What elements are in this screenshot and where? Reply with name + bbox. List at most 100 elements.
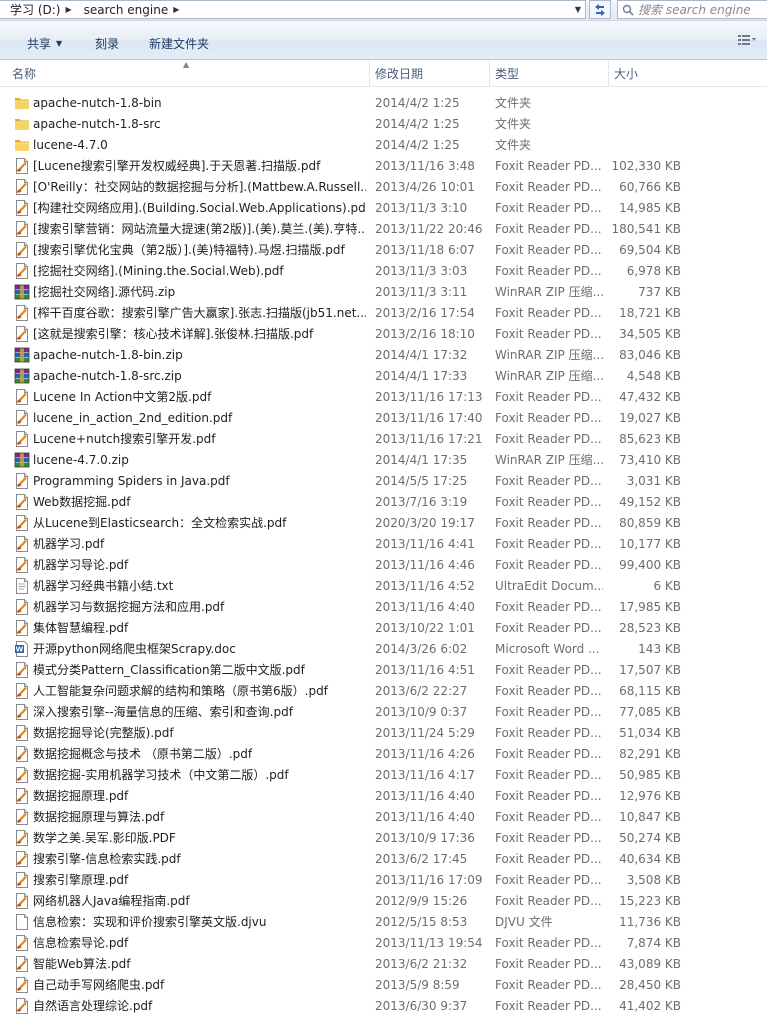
file-row[interactable]: 数据挖掘原理.pdf 2013/11/16 4:40 Foxit Reader … <box>0 786 767 807</box>
file-date: 2013/6/2 21:32 <box>375 957 468 971</box>
file-name: 信息检索：实现和评价搜索引擎英文版.djvu <box>33 915 267 929</box>
file-row[interactable]: 从Lucene到Elasticsearch：全文检索实战.pdf 2020/3/… <box>0 513 767 534</box>
file-row[interactable]: Web数据挖掘.pdf 2013/7/16 3:19 Foxit Reader … <box>0 492 767 513</box>
change-view-button[interactable] <box>738 35 756 45</box>
pdf-icon <box>14 200 30 216</box>
file-type: Foxit Reader PD... <box>495 495 602 509</box>
file-row[interactable]: 数据挖掘原理与算法.pdf 2013/11/16 4:40 Foxit Read… <box>0 807 767 828</box>
file-name: lucene-4.7.0.zip <box>33 453 129 467</box>
file-row[interactable]: 人工智能复杂问题求解的结构和策略（原书第6版）.pdf 2013/6/2 22:… <box>0 681 767 702</box>
file-row[interactable]: Programming Spiders in Java.pdf 2014/5/5… <box>0 471 767 492</box>
pdf-icon <box>14 515 30 531</box>
file-row[interactable]: lucene-4.7.0 2014/4/2 1:25 文件夹 <box>0 135 767 156</box>
file-row[interactable]: 深入搜索引擎--海量信息的压缩、索引和查询.pdf 2013/10/9 0:37… <box>0 702 767 723</box>
file-size: 43,089 KB <box>619 957 681 971</box>
file-type: Foxit Reader PD... <box>495 327 602 341</box>
file-row[interactable]: 网络机器人Java编程指南.pdf 2012/9/9 15:26 Foxit R… <box>0 891 767 912</box>
pdf-icon <box>14 956 30 972</box>
column-date[interactable]: 修改日期 <box>369 60 489 86</box>
file-date: 2013/11/16 4:26 <box>375 747 475 761</box>
file-row[interactable]: 自然语言处理综论.pdf 2013/6/30 9:37 Foxit Reader… <box>0 996 767 1017</box>
file-row[interactable]: 集体智慧编程.pdf 2013/10/22 1:01 Foxit Reader … <box>0 618 767 639</box>
chevron-right-icon[interactable]: ▶ <box>171 5 181 14</box>
search-box[interactable] <box>617 0 767 19</box>
file-row[interactable]: 信息检索：实现和评价搜索引擎英文版.djvu 2012/5/15 8:53 DJ… <box>0 912 767 933</box>
file-size: 40,634 KB <box>619 852 681 866</box>
file-type: Foxit Reader PD... <box>495 789 602 803</box>
file-date: 2014/4/2 1:25 <box>375 96 460 110</box>
file-type: Foxit Reader PD... <box>495 474 602 488</box>
file-date: 2014/4/1 17:33 <box>375 369 468 383</box>
file-row[interactable]: 数据挖掘-实用机器学习技术（中文第二版）.pdf 2013/11/16 4:17… <box>0 765 767 786</box>
file-size: 28,450 KB <box>619 978 681 992</box>
pdf-icon <box>14 536 30 552</box>
file-row[interactable]: lucene_in_action_2nd_edition.pdf 2013/11… <box>0 408 767 429</box>
file-row[interactable]: [搜索引擎营销：网站流量大提速(第2版)].(美).莫兰.(美).亨特... 2… <box>0 219 767 240</box>
file-row[interactable]: 自己动手写网络爬虫.pdf 2013/5/9 8:59 Foxit Reader… <box>0 975 767 996</box>
file-row[interactable]: lucene-4.7.0.zip 2014/4/1 17:35 WinRAR Z… <box>0 450 767 471</box>
folder-icon <box>14 137 30 153</box>
txt-icon <box>14 578 30 594</box>
file-row[interactable]: [O'Reilly：社交网站的数据挖掘与分析].(Mattbew.A.Russe… <box>0 177 767 198</box>
breadcrumb[interactable]: 学习 (D:) ▶ search engine ▶ ▼ <box>0 0 586 19</box>
file-row[interactable]: 机器学习与数据挖掘方法和应用.pdf 2013/11/16 4:40 Foxit… <box>0 597 767 618</box>
column-name-label: 名称 <box>12 66 37 81</box>
share-button[interactable]: 共享 ▼ <box>27 35 62 52</box>
chevron-down-icon[interactable]: ▼ <box>571 1 585 18</box>
column-size[interactable]: 大小 <box>608 60 767 86</box>
chevron-down-icon: ▼ <box>56 39 63 48</box>
file-name: 开源python网络爬虫框架Scrapy.doc <box>33 642 236 656</box>
file-row[interactable]: 数据挖掘导论(完整版).pdf 2013/11/24 5:29 Foxit Re… <box>0 723 767 744</box>
file-row[interactable]: 数据挖掘概念与技术 （原书第二版）.pdf 2013/11/16 4:26 Fo… <box>0 744 767 765</box>
file-date: 2013/4/26 10:01 <box>375 180 475 194</box>
file-type: 文件夹 <box>495 117 532 131</box>
file-date: 2013/2/16 17:54 <box>375 306 475 320</box>
file-name: 数据挖掘导论(完整版).pdf <box>33 726 174 740</box>
file-row[interactable]: 智能Web算法.pdf 2013/6/2 21:32 Foxit Reader … <box>0 954 767 975</box>
file-date: 2013/7/16 3:19 <box>375 495 468 509</box>
file-row[interactable]: 机器学习.pdf 2013/11/16 4:41 Foxit Reader PD… <box>0 534 767 555</box>
file-row[interactable]: 机器学习导论.pdf 2013/11/16 4:46 Foxit Reader … <box>0 555 767 576</box>
file-date: 2013/11/3 3:03 <box>375 264 468 278</box>
pdf-icon <box>14 683 30 699</box>
file-size: 737 KB <box>638 285 681 299</box>
file-type: 文件夹 <box>495 138 532 152</box>
file-size: 15,223 KB <box>619 894 681 908</box>
file-row[interactable]: [挖掘社交网络].源代码.zip 2013/11/3 3:11 WinRAR Z… <box>0 282 767 303</box>
breadcrumb-drive[interactable]: 学习 (D:) <box>0 1 63 18</box>
file-row[interactable]: apache-nutch-1.8-src.zip 2014/4/1 17:33 … <box>0 366 767 387</box>
file-row[interactable]: [构建社交网络应用].(Building.Social.Web.Applicat… <box>0 198 767 219</box>
file-date: 2013/11/16 4:41 <box>375 537 475 551</box>
file-row[interactable]: [这就是搜索引擎：核心技术详解].张俊林.扫描版.pdf 2013/2/16 1… <box>0 324 767 345</box>
file-row[interactable]: Lucene In Action中文第2版.pdf 2013/11/16 17:… <box>0 387 767 408</box>
file-row[interactable]: 搜索引擎原理.pdf 2013/11/16 17:09 Foxit Reader… <box>0 870 767 891</box>
file-row[interactable]: 机器学习经典书籍小结.txt 2013/11/16 4:52 UltraEdit… <box>0 576 767 597</box>
burn-button[interactable]: 刻录 <box>95 35 119 52</box>
file-row[interactable]: apache-nutch-1.8-src 2014/4/2 1:25 文件夹 <box>0 114 767 135</box>
new-folder-button[interactable]: 新建文件夹 <box>149 35 209 52</box>
column-type[interactable]: 类型 <box>489 60 608 86</box>
file-row[interactable]: [搜索引擎优化宝典（第2版）].(美)特福特).马煜.扫描版.pdf 2013/… <box>0 240 767 261</box>
pdf-icon <box>14 494 30 510</box>
breadcrumb-folder[interactable]: search engine <box>74 3 172 17</box>
file-row[interactable]: [挖掘社交网络].(Mining.the.Social.Web).pdf 201… <box>0 261 767 282</box>
refresh-button[interactable] <box>589 0 611 19</box>
file-name: 自己动手写网络爬虫.pdf <box>33 978 165 992</box>
file-type: Foxit Reader PD... <box>495 180 602 194</box>
file-type: Foxit Reader PD... <box>495 537 602 551</box>
file-row[interactable]: [榨干百度谷歌：搜索引擎广告大赢家].张志.扫描版(jb51.net... 20… <box>0 303 767 324</box>
pdf-icon <box>14 809 30 825</box>
file-row[interactable]: 模式分类Pattern_Classification第二版中文版.pdf 201… <box>0 660 767 681</box>
file-row[interactable]: 搜索引擎-信息检索实践.pdf 2013/6/2 17:45 Foxit Rea… <box>0 849 767 870</box>
file-row[interactable]: 信息检索导论.pdf 2013/11/13 19:54 Foxit Reader… <box>0 933 767 954</box>
search-input[interactable] <box>638 2 763 17</box>
file-row[interactable]: 数学之美.吴军.影印版.PDF 2013/10/9 17:36 Foxit Re… <box>0 828 767 849</box>
file-row[interactable]: [Lucene搜索引擎开发权威经典].于天恩著.扫描版.pdf 2013/11/… <box>0 156 767 177</box>
column-name[interactable]: 名称 <box>7 60 368 86</box>
chevron-right-icon[interactable]: ▶ <box>63 5 73 14</box>
file-row[interactable]: Lucene+nutch搜索引擎开发.pdf 2013/11/16 17:21 … <box>0 429 767 450</box>
file-row[interactable]: W 开源python网络爬虫框架Scrapy.doc 2014/3/26 6:0… <box>0 639 767 660</box>
file-row[interactable]: apache-nutch-1.8-bin.zip 2014/4/1 17:32 … <box>0 345 767 366</box>
file-size: 17,985 KB <box>619 600 681 614</box>
file-row[interactable]: apache-nutch-1.8-bin 2014/4/2 1:25 文件夹 <box>0 93 767 114</box>
